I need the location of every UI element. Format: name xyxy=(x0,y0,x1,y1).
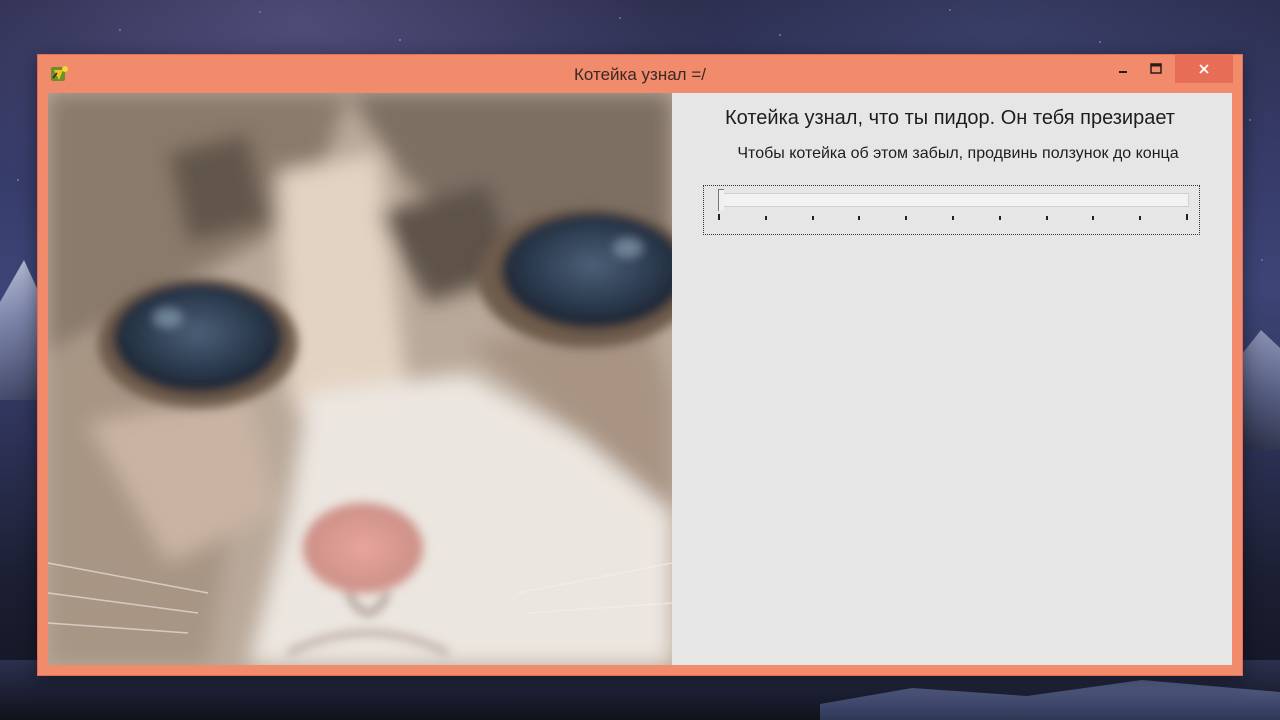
minimize-button[interactable] xyxy=(1108,55,1138,83)
window-title: Котейка узнал =/ xyxy=(574,65,706,84)
slider-tick xyxy=(858,216,861,220)
app-window: Котейка узнал =/ Котейка узнал, что ты п… xyxy=(38,55,1242,675)
slider-tick xyxy=(1092,216,1095,220)
slider-tick xyxy=(1139,216,1142,220)
cat-photo xyxy=(48,93,672,665)
slider-tick xyxy=(905,216,908,220)
close-icon xyxy=(1199,64,1209,74)
maximize-icon xyxy=(1150,63,1162,74)
slider-tick xyxy=(1045,216,1048,220)
forget-slider[interactable] xyxy=(703,185,1200,235)
slider-thumb[interactable] xyxy=(718,189,724,211)
client-area: Котейка узнал, что ты пидор. Он тебя пре… xyxy=(48,93,1232,665)
close-button[interactable] xyxy=(1175,55,1233,83)
slider-tick xyxy=(1186,214,1188,220)
slider-tick xyxy=(998,216,1001,220)
slider-tick xyxy=(811,216,814,220)
slider-tick xyxy=(952,216,954,220)
minimize-icon xyxy=(1119,71,1127,73)
slider-track[interactable] xyxy=(718,193,1189,207)
slider-tick xyxy=(718,214,720,220)
slider-tick xyxy=(764,216,767,220)
message-subtitle: Чтобы котейка об этом забыл, продвинь по… xyxy=(737,145,1179,162)
title-bar[interactable]: Котейка узнал =/ xyxy=(38,55,1242,93)
message-title: Котейка узнал, что ты пидор. Он тебя пре… xyxy=(725,107,1175,129)
maximize-button[interactable] xyxy=(1140,55,1172,83)
wallpaper-mountain-right xyxy=(1242,330,1280,450)
